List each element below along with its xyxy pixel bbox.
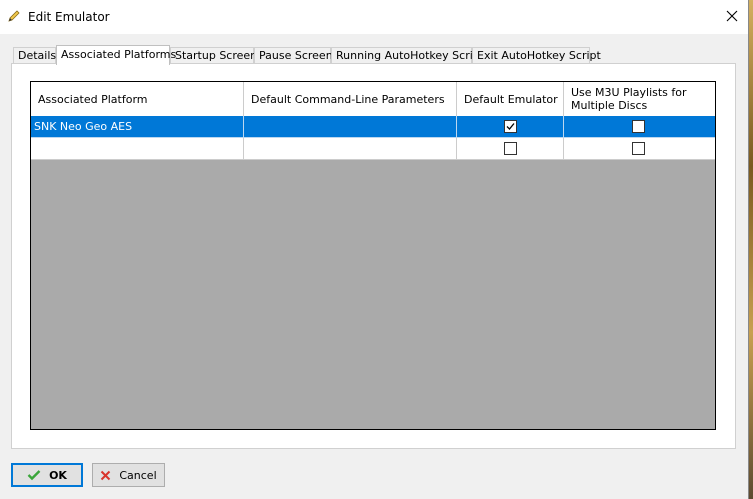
cancel-button[interactable]: Cancel [92, 463, 165, 487]
tab-details[interactable]: Details [13, 47, 56, 64]
window-title: Edit Emulator [28, 10, 110, 24]
default-emulator-checkbox[interactable] [504, 142, 517, 155]
checkmark-icon [27, 470, 41, 481]
close-button[interactable] [716, 0, 748, 32]
tab-startup-screen[interactable]: Startup Screen [170, 47, 257, 64]
checkmark-icon [506, 123, 515, 130]
x-icon [101, 470, 111, 480]
close-icon [726, 10, 738, 22]
column-header-command-line-parameters[interactable]: Default Command-Line Parameters [244, 82, 457, 116]
ok-button[interactable]: OK [11, 463, 83, 487]
column-header-associated-platform[interactable]: Associated Platform [31, 82, 244, 116]
table-row[interactable] [31, 138, 715, 160]
grid-header: Associated Platform Default Command-Line… [31, 82, 715, 117]
platform-cell[interactable] [31, 138, 244, 160]
platform-cell[interactable]: SNK Neo Geo AES [31, 116, 244, 138]
default-emulator-cell [457, 116, 564, 138]
platforms-grid[interactable]: Associated Platform Default Command-Line… [30, 81, 716, 430]
use-m3u-checkbox[interactable] [632, 142, 645, 155]
cancel-label: Cancel [119, 468, 157, 482]
use-m3u-cell [564, 116, 715, 138]
title-bar: Edit Emulator [0, 0, 748, 34]
default-emulator-checkbox[interactable] [504, 120, 517, 133]
table-row[interactable]: SNK Neo Geo AES [31, 116, 715, 138]
pencil-icon [7, 9, 21, 23]
tab-pause-screen[interactable]: Pause Screen [254, 47, 333, 64]
parameters-cell[interactable] [244, 138, 457, 160]
use-m3u-checkbox[interactable] [632, 120, 645, 133]
edit-emulator-dialog: Edit Emulator Details Associated Platfor… [0, 0, 749, 499]
tab-associated-platforms[interactable]: Associated Platforms [56, 45, 176, 65]
use-m3u-cell [564, 138, 715, 160]
default-emulator-cell [457, 138, 564, 160]
ok-label: OK [49, 468, 67, 482]
tab-exit-autohotkey-script[interactable]: Exit AutoHotkey Script [472, 47, 601, 64]
column-header-default-emulator[interactable]: Default Emulator [457, 82, 564, 116]
parameters-cell[interactable] [244, 116, 457, 138]
column-header-use-m3u-playlists[interactable]: Use M3U Playlists for Multiple Discs [564, 82, 715, 116]
tab-running-autohotkey-script[interactable]: Running AutoHotkey Script [331, 47, 484, 64]
